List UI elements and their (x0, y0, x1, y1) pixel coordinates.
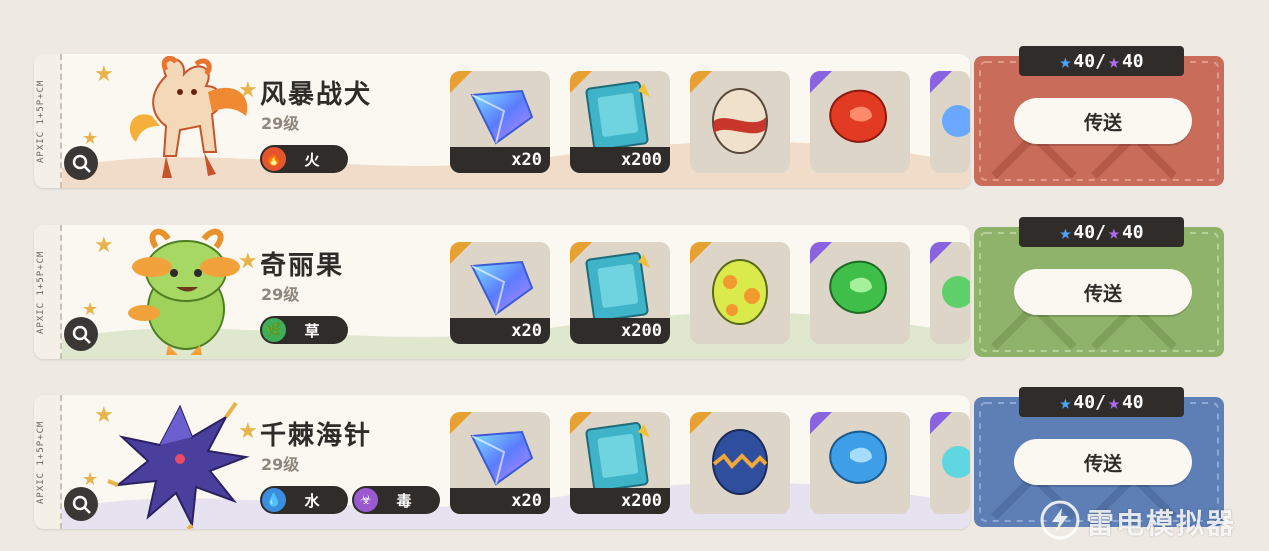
counter-max: 40 (1121, 50, 1144, 72)
type-label: 毒 (396, 491, 412, 510)
egg-blue-zigzag-icon (712, 429, 768, 495)
stub-code: APXIC 1+5P+CM (36, 79, 46, 163)
blue-star-icon: ★ (1059, 220, 1072, 244)
lightning-logo-icon (1040, 500, 1080, 540)
reward-item-gem[interactable] (810, 242, 910, 344)
skill-book-icon (585, 422, 650, 492)
blue-orb-icon (942, 105, 970, 137)
watermark-text: 雷电模拟器 (1086, 507, 1237, 540)
fruit-creature-icon (128, 228, 240, 355)
spiny-urchin-creature-icon (107, 401, 250, 529)
egg-red-stripe-icon (712, 88, 768, 154)
crystal-prism-icon (470, 430, 534, 486)
type-label: 水 (304, 491, 320, 510)
green-orb-icon (942, 276, 970, 308)
reward-item-crystal[interactable]: x20 (450, 71, 550, 173)
monster-level: 29级 (261, 455, 300, 474)
entry-row-2: APXIC 1+5P+CM ★ ★ ★ 奇丽果 29级 🌿 草 x20 x200… (34, 217, 1224, 359)
teleport-button[interactable]: 传送 (1014, 269, 1192, 315)
monster-card[interactable]: APXIC 1+5P+CM ★ ★ ★ 奇丽果 29级 🌿 草 x20 x200 (34, 225, 970, 359)
ticket-stub: APXIC 1+5P+CM (34, 225, 62, 359)
item-quantity: x200 (570, 147, 670, 173)
crystal-prism-icon (470, 89, 534, 145)
reward-item-book[interactable]: x200 (570, 71, 670, 173)
reward-item-book[interactable]: x200 (570, 242, 670, 344)
counter-max: 40 (1121, 391, 1144, 413)
type-label: 火 (304, 150, 320, 169)
type-badge: ☣ 毒 (352, 486, 440, 514)
type-label: 草 (304, 321, 320, 340)
stub-code: APXIC 1+5P+CM (36, 250, 46, 334)
counter-current: 40 (1073, 391, 1096, 413)
egg-green-dots-icon (712, 259, 768, 325)
reward-item-gem[interactable] (810, 71, 910, 173)
entry-row-1: APXIC 1+5P+CM ★ ★ ★ 风暴战犬 29级 🔥 火 x20 x20… (34, 46, 1224, 188)
stub-code: APXIC 1+5P+CM (36, 420, 46, 504)
purple-star-icon: ★ (1107, 49, 1120, 73)
item-quantity: x20 (450, 488, 550, 514)
purple-star-icon: ★ (1107, 220, 1120, 244)
purple-star-icon: ★ (1107, 390, 1120, 414)
cyan-orb-icon (942, 446, 970, 478)
reward-item-egg[interactable] (690, 71, 790, 173)
crystal-prism-icon (470, 260, 534, 316)
emulator-watermark: 雷电模拟器 (1040, 496, 1268, 544)
counter-max: 40 (1121, 221, 1144, 243)
monster-name: 千棘海针 (260, 421, 373, 451)
ticket-stub: APXIC 1+5P+CM (34, 54, 62, 188)
counter-current: 40 (1073, 50, 1096, 72)
skill-book-icon (585, 81, 650, 151)
reward-item-egg[interactable] (690, 412, 790, 514)
star-counter: ★ 40/★ 40 (1019, 387, 1184, 417)
reward-item-crystal[interactable]: x20 (450, 412, 550, 514)
storm-dog-creature-icon (129, 56, 248, 178)
ticket-stub: APXIC 1+5P+CM (34, 395, 62, 529)
water-drop-icon: 💧 (262, 488, 286, 512)
compendium-icon[interactable] (64, 146, 98, 180)
green-gem-icon (829, 260, 888, 314)
item-quantity: x200 (570, 488, 670, 514)
star-counter: ★ 40/★ 40 (1019, 217, 1184, 247)
compendium-icon[interactable] (64, 317, 98, 351)
reward-item-crystal[interactable]: x20 (450, 242, 550, 344)
skill-book-icon (585, 252, 650, 322)
monster-name: 风暴战犬 (260, 80, 373, 110)
type-badge: 🌿 草 (260, 316, 348, 344)
monster-card[interactable]: APXIC 1+5P+CM ★ ★ ★ 千棘海针 29级 💧 水 ☣ 毒 x20… (34, 395, 970, 529)
type-badge: 💧 水 (260, 486, 348, 514)
blue-star-icon: ★ (1059, 390, 1072, 414)
blue-star-icon: ★ (1059, 49, 1072, 73)
reward-item-partial[interactable] (930, 412, 970, 514)
item-quantity: x200 (570, 318, 670, 344)
teleport-button[interactable]: 传送 (1014, 98, 1192, 144)
compendium-icon[interactable] (64, 487, 98, 521)
reward-item-egg[interactable] (690, 242, 790, 344)
poison-icon: ☣ (354, 488, 378, 512)
monster-level: 29级 (261, 114, 300, 133)
blue-gem-icon (829, 430, 888, 484)
red-gem-icon (829, 89, 888, 143)
reward-item-gem[interactable] (810, 412, 910, 514)
type-badge: 🔥 火 (260, 145, 348, 173)
star-counter: ★ 40/★ 40 (1019, 46, 1184, 76)
monster-card[interactable]: APXIC 1+5P+CM ★ ★ ★ 风暴战犬 29级 🔥 火 x20 x20… (34, 54, 970, 188)
counter-current: 40 (1073, 221, 1096, 243)
monster-level: 29级 (261, 285, 300, 304)
item-quantity: x20 (450, 147, 550, 173)
monster-name: 奇丽果 (260, 251, 345, 281)
fire-icon: 🔥 (262, 147, 286, 171)
leaf-icon: 🌿 (262, 318, 286, 342)
reward-item-book[interactable]: x200 (570, 412, 670, 514)
reward-item-partial[interactable] (930, 242, 970, 344)
teleport-button[interactable]: 传送 (1014, 439, 1192, 485)
item-quantity: x20 (450, 318, 550, 344)
reward-item-partial[interactable] (930, 71, 970, 173)
